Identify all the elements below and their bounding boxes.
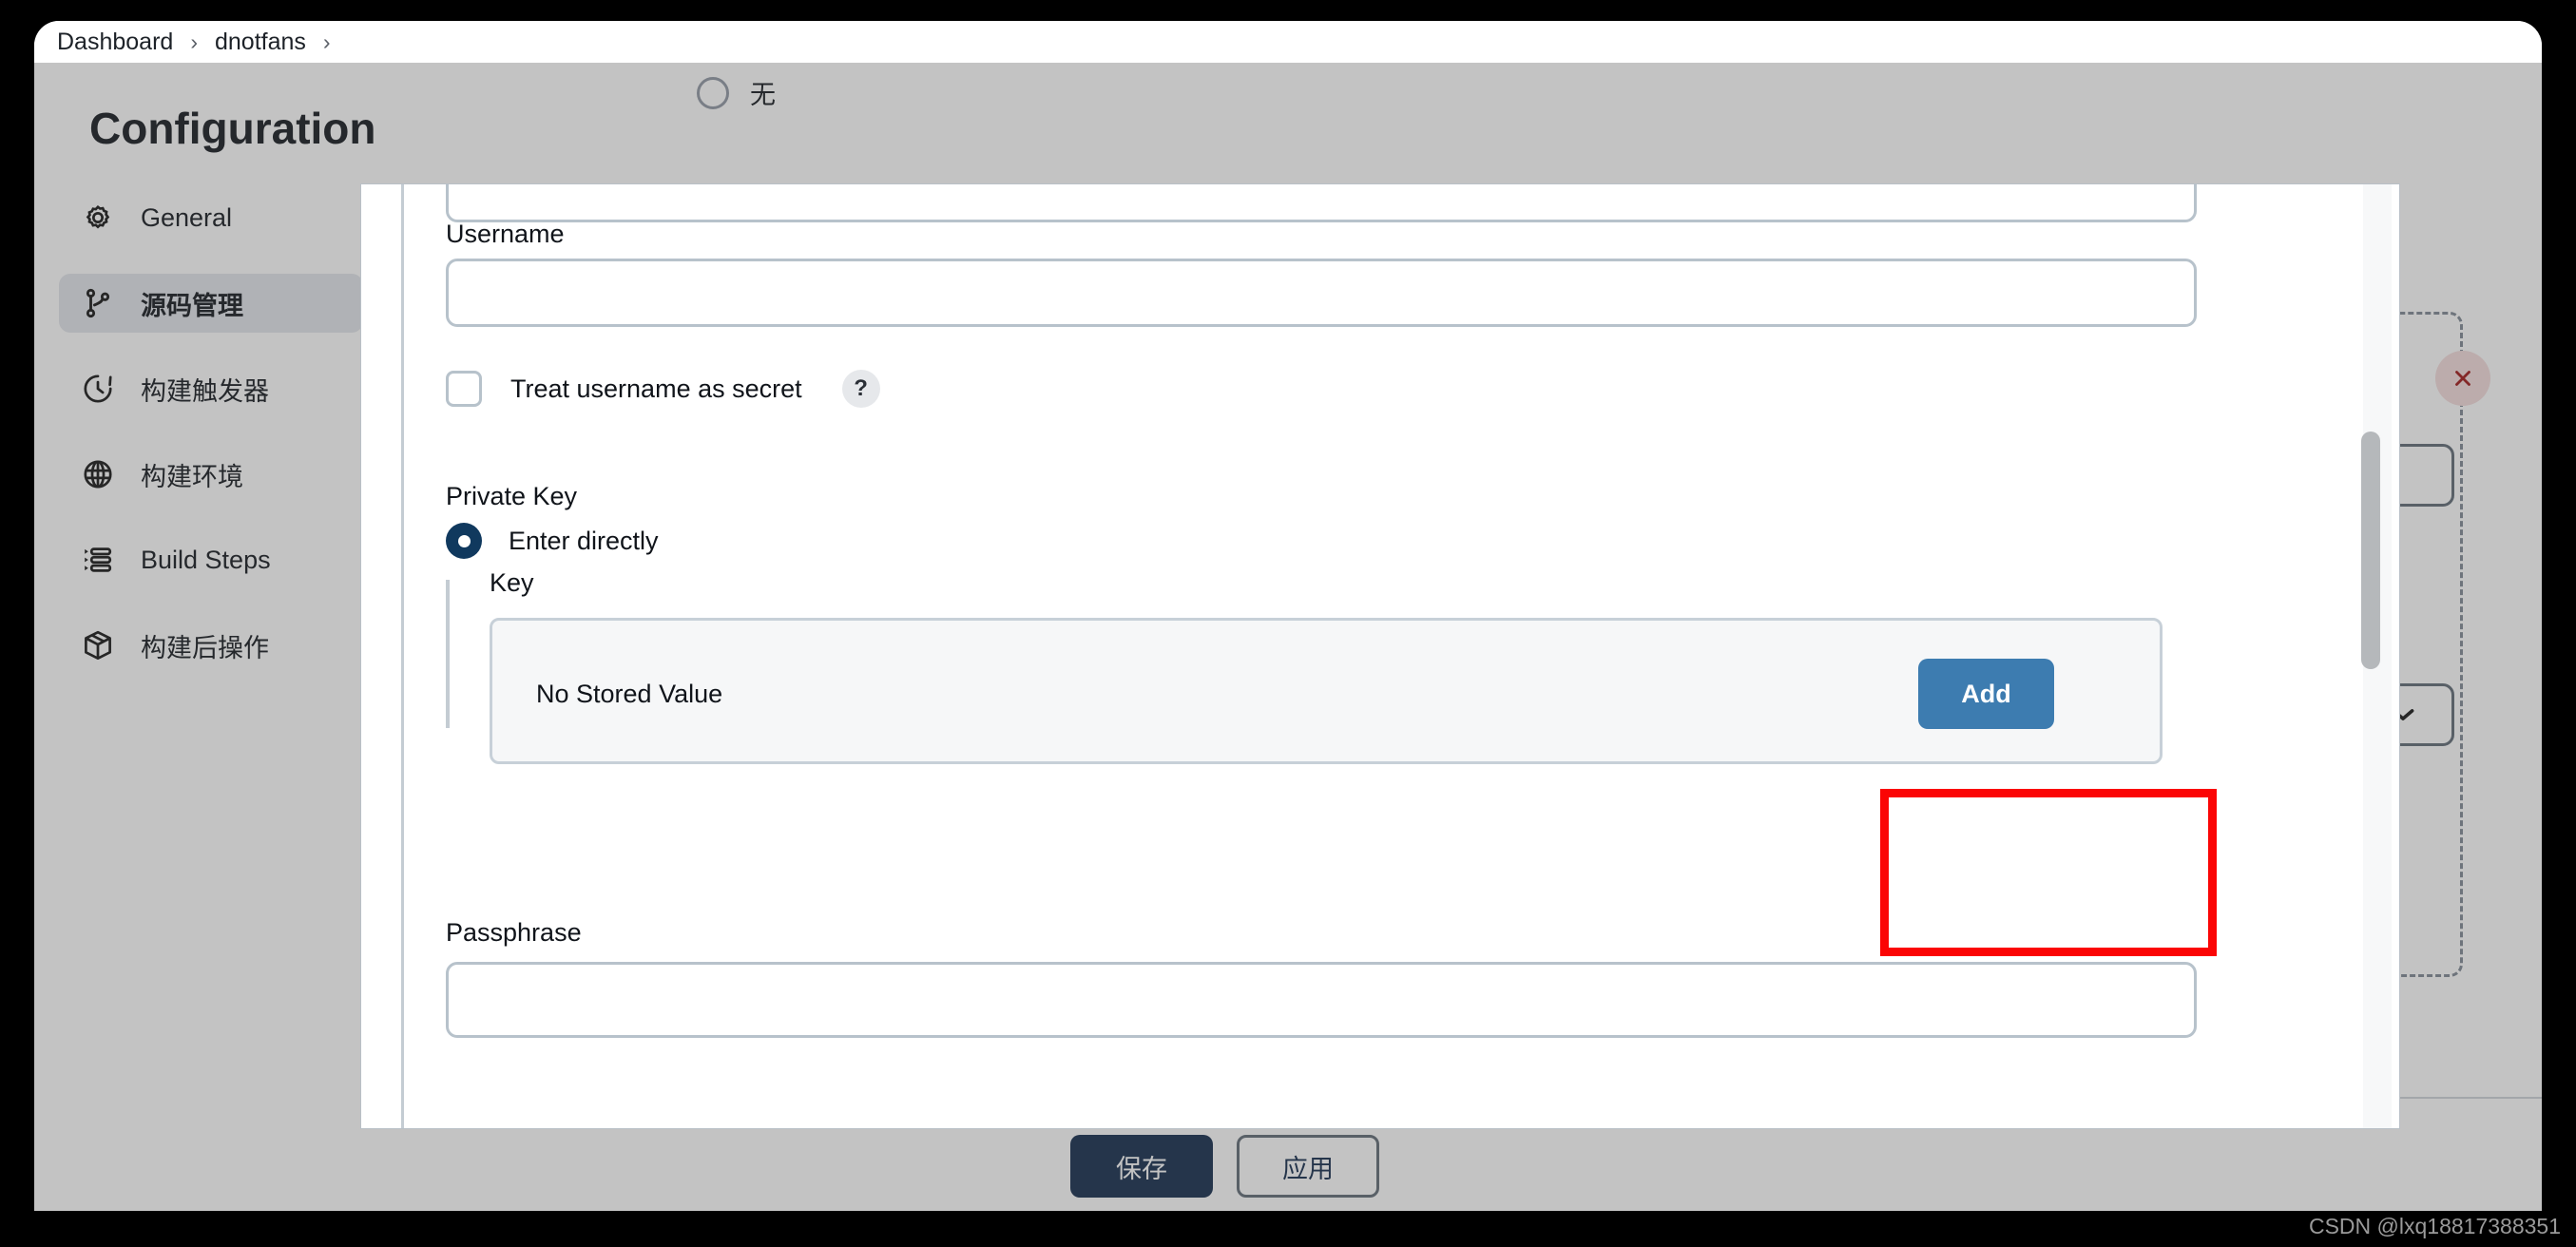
modal-scrollbar-thumb[interactable] <box>2361 432 2380 669</box>
passphrase-label: Passphrase <box>446 918 582 947</box>
sidebar-item-post-build-actions[interactable]: 构建后操作 <box>59 616 363 675</box>
branch-icon <box>80 285 116 321</box>
sidebar-item-general[interactable]: General <box>59 188 363 247</box>
treat-username-as-secret-row[interactable]: Treat username as secret ? <box>446 370 880 408</box>
radio-option-none[interactable]: 无 <box>697 74 776 111</box>
radio-option-enter-directly[interactable]: Enter directly <box>446 523 659 559</box>
browser-window: Dashboard › dnotfans › Configuration Gen… <box>34 21 2542 1211</box>
radio-option-none-label: 无 <box>750 81 776 109</box>
page-body: Configuration General 源码管理 构建触发器 构建环境 Bu… <box>34 63 2542 1211</box>
modal-scroll-area: Username Treat username as secret ? Priv… <box>361 184 2399 1128</box>
clock-icon <box>80 371 116 407</box>
breadcrumb-item-dnotfans[interactable]: dnotfans <box>215 29 306 56</box>
sidebar-item-label: 源码管理 <box>141 291 243 320</box>
breadcrumb-separator-icon: › <box>190 29 198 54</box>
page-title: Configuration <box>89 104 376 153</box>
key-group: Key No Stored Value Add <box>446 568 2197 764</box>
add-button[interactable]: Add <box>1918 659 2054 729</box>
treat-username-as-secret-checkbox[interactable] <box>446 371 482 407</box>
breadcrumb: Dashboard › dnotfans › <box>34 21 2542 63</box>
breadcrumb-separator-icon: › <box>322 29 331 54</box>
remove-repository-button[interactable] <box>2435 351 2490 406</box>
radio-option-enter-directly-label: Enter directly <box>509 526 659 555</box>
watermark: CSDN @lxq18817388351 <box>2308 1214 2561 1238</box>
sidebar-nav: General 源码管理 构建触发器 构建环境 Build Steps 构建后操… <box>59 188 363 701</box>
sidebar-item-label: 构建环境 <box>141 462 243 491</box>
radio-circle-icon[interactable] <box>697 76 729 109</box>
gear-icon <box>80 200 116 236</box>
save-button[interactable]: 保存 <box>1070 1135 1213 1198</box>
close-x-icon <box>2455 371 2470 386</box>
apply-button[interactable]: 应用 <box>1237 1135 1379 1198</box>
sidebar-item-label: General <box>141 202 233 232</box>
help-icon[interactable]: ? <box>841 370 880 408</box>
private-key-label: Private Key <box>446 482 578 510</box>
scope-input[interactable] <box>446 184 2197 222</box>
sidebar-item-source-code-management[interactable]: 源码管理 <box>59 274 363 333</box>
username-label: Username <box>446 220 565 248</box>
breadcrumb-item-dashboard[interactable]: Dashboard <box>57 29 173 56</box>
modal-left-rule <box>401 184 404 1128</box>
globe-icon <box>80 456 116 492</box>
treat-username-as-secret-label: Treat username as secret <box>510 374 802 403</box>
sidebar-item-label: 构建后操作 <box>141 633 269 662</box>
modal-scrollbar-track[interactable] <box>2361 184 2392 1128</box>
radio-selected-icon[interactable] <box>446 523 482 559</box>
box-icon <box>80 627 116 663</box>
sidebar-item-label: Build Steps <box>141 545 271 574</box>
sidebar-item-build-environment[interactable]: 构建环境 <box>59 445 363 504</box>
username-input[interactable] <box>446 259 2197 327</box>
key-value-box: No Stored Value Add <box>490 618 2163 764</box>
list-icon <box>80 542 116 578</box>
sidebar-item-build-steps[interactable]: Build Steps <box>59 530 363 589</box>
sidebar: Configuration General 源码管理 构建触发器 构建环境 Bu… <box>34 63 381 1211</box>
key-label: Key <box>490 568 534 597</box>
passphrase-input[interactable] <box>446 962 2197 1038</box>
sidebar-item-label: 构建触发器 <box>141 376 269 406</box>
sidebar-item-build-triggers[interactable]: 构建触发器 <box>59 359 363 418</box>
modal-content: Username Treat username as secret ? Priv… <box>361 184 2399 1128</box>
credentials-modal: Username Treat username as secret ? Priv… <box>361 184 2399 1128</box>
no-stored-value-text: No Stored Value <box>536 680 723 708</box>
